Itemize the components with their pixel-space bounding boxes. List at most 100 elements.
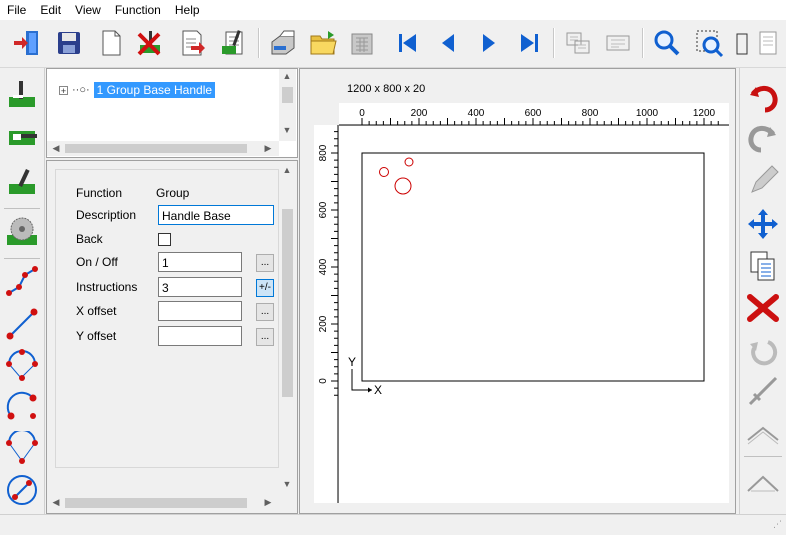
- props-scroll-right-arrow-icon[interactable]: ▶: [261, 497, 275, 508]
- drill-vertical-icon[interactable]: [4, 76, 40, 112]
- xoffset-ellipsis-button[interactable]: ...: [256, 303, 274, 321]
- undo-icon[interactable]: [745, 78, 781, 114]
- arc-tool-icon[interactable]: [4, 389, 40, 425]
- tree-vertical-scrollbar[interactable]: ▲ ▼: [279, 69, 296, 141]
- instructions-plusminus-button[interactable]: +/-: [256, 279, 274, 297]
- first-record-icon[interactable]: [390, 26, 424, 60]
- menu-view[interactable]: View: [68, 0, 108, 20]
- export-file-icon[interactable]: [175, 26, 209, 60]
- menu-edit[interactable]: Edit: [33, 0, 68, 20]
- x-tick-label: 800: [582, 108, 599, 119]
- open-folder-icon[interactable]: [306, 26, 340, 60]
- arc-three-point-icon[interactable]: [4, 347, 40, 383]
- import-door-icon[interactable]: [10, 26, 44, 60]
- x-tick-label: 1000: [636, 108, 659, 119]
- props-v-thumb[interactable]: [282, 209, 293, 397]
- tree-expander[interactable]: +: [59, 85, 68, 95]
- print-icon[interactable]: [266, 26, 300, 60]
- properties-sheet-icon[interactable]: [216, 26, 250, 60]
- left-tool-palette: [0, 68, 45, 514]
- circle-tool-icon[interactable]: [4, 472, 40, 508]
- tree-horizontal-scrollbar[interactable]: ◀ ▶: [47, 141, 279, 156]
- drawing-canvas-panel: 1200 x 800 x 20 0 200 400 600 800 1000 1200 80…: [299, 68, 736, 514]
- tree-item-label[interactable]: 1 Group Base Handle: [93, 82, 216, 98]
- tree-row-group[interactable]: + ··○· 1 Group Base Handle: [59, 82, 216, 98]
- last-record-icon[interactable]: [513, 26, 547, 60]
- menu-file[interactable]: File: [0, 0, 33, 20]
- back-checkbox[interactable]: [158, 233, 171, 246]
- move-arrows-icon[interactable]: [745, 206, 781, 242]
- drill-angled-icon[interactable]: [4, 165, 40, 201]
- props-h-thumb[interactable]: [65, 498, 247, 508]
- main-toolbar: [0, 20, 786, 68]
- calculator-icon[interactable]: [345, 26, 379, 60]
- function-value: Group: [156, 186, 190, 200]
- properties-vertical-scrollbar[interactable]: ▲ ▼: [279, 161, 296, 495]
- y-tick-label: 400: [318, 258, 329, 275]
- copy-layout-icon[interactable]: [561, 26, 595, 60]
- rotate-icon[interactable]: [745, 333, 781, 369]
- properties-horizontal-scrollbar[interactable]: ◀ ▶: [47, 495, 279, 511]
- scroll-left-arrow-icon[interactable]: ◀: [49, 143, 63, 154]
- drawing-area[interactable]: [339, 126, 729, 503]
- chamfer-icon[interactable]: [745, 415, 781, 451]
- drawing-canvas[interactable]: 1200 x 800 x 20 0 200 400 600 800 1000 1200 80…: [300, 69, 737, 515]
- scroll-up-arrow-icon[interactable]: ▲: [280, 71, 294, 81]
- line-tool-icon[interactable]: [4, 306, 40, 342]
- props-scroll-down-arrow-icon[interactable]: ▼: [280, 479, 294, 489]
- edit-pencil-icon[interactable]: [745, 163, 781, 199]
- y-tick-label: 200: [318, 315, 329, 332]
- description-label: Description: [76, 208, 137, 222]
- menu-help[interactable]: Help: [168, 0, 207, 20]
- zoom-magnifier-icon[interactable]: [650, 26, 684, 60]
- page-layout-icon[interactable]: [752, 26, 786, 60]
- function-label: Function: [76, 186, 123, 200]
- onoff-input[interactable]: 1: [158, 252, 242, 272]
- tree-v-thumb[interactable]: [282, 87, 293, 103]
- scroll-down-arrow-icon[interactable]: ▼: [280, 125, 294, 135]
- paste-layout-icon[interactable]: [601, 26, 635, 60]
- y-tick-label: 600: [318, 201, 329, 218]
- back-label: Back: [76, 232, 103, 246]
- xoffset-label: X offset: [76, 304, 117, 318]
- save-disk-icon[interactable]: [52, 26, 86, 60]
- instructions-input[interactable]: 3: [158, 277, 242, 297]
- yoffset-label: Y offset: [76, 329, 117, 343]
- instructions-label: Instructions: [76, 280, 138, 294]
- new-file-icon[interactable]: [94, 26, 128, 60]
- menu-bar: File Edit View Function Help: [0, 0, 786, 20]
- properties-panel: Function Group Description Handle Base B…: [46, 160, 298, 514]
- xoffset-input[interactable]: [158, 301, 242, 321]
- group-node-icon: ··○·: [72, 84, 90, 96]
- yoffset-input[interactable]: [158, 326, 242, 346]
- tree-h-thumb[interactable]: [65, 144, 247, 153]
- x-tick-label: 200: [411, 108, 428, 119]
- onoff-label: On / Off: [76, 255, 118, 269]
- yoffset-ellipsis-button[interactable]: ...: [256, 328, 274, 346]
- zoom-window-icon[interactable]: [692, 26, 726, 60]
- delete-tool-icon[interactable]: [133, 26, 167, 60]
- scroll-right-arrow-icon[interactable]: ▶: [261, 143, 275, 154]
- x-tick-label: 600: [525, 108, 542, 119]
- tree-panel: + ··○· 1 Group Base Handle ▲ ▼ ◀ ▶: [46, 68, 298, 158]
- previous-record-icon[interactable]: [431, 26, 465, 60]
- delete-x-icon[interactable]: [745, 290, 781, 326]
- description-input[interactable]: Handle Base: [158, 205, 274, 225]
- props-scroll-left-arrow-icon[interactable]: ◀: [49, 497, 63, 508]
- resize-grip-icon[interactable]: ⋰: [773, 519, 782, 530]
- trim-line-icon[interactable]: [745, 373, 781, 409]
- drill-horizontal-icon[interactable]: [4, 118, 40, 154]
- saw-blade-icon[interactable]: [4, 214, 40, 250]
- zoom-extents-icon[interactable]: [734, 26, 748, 60]
- redo-icon[interactable]: [745, 118, 781, 154]
- arc-center-icon[interactable]: [4, 430, 40, 466]
- copy-sheets-icon[interactable]: [745, 248, 781, 284]
- polyline-tool-icon[interactable]: [4, 264, 40, 300]
- props-scroll-up-arrow-icon[interactable]: ▲: [280, 165, 294, 175]
- fillet-icon[interactable]: [745, 464, 781, 500]
- next-record-icon[interactable]: [472, 26, 506, 60]
- dimensions-text: 1200 x 800 x 20: [347, 83, 425, 95]
- onoff-ellipsis-button[interactable]: ...: [256, 254, 274, 272]
- properties-group-box: Function Group Description Handle Base B…: [55, 169, 279, 468]
- menu-function[interactable]: Function: [108, 0, 168, 20]
